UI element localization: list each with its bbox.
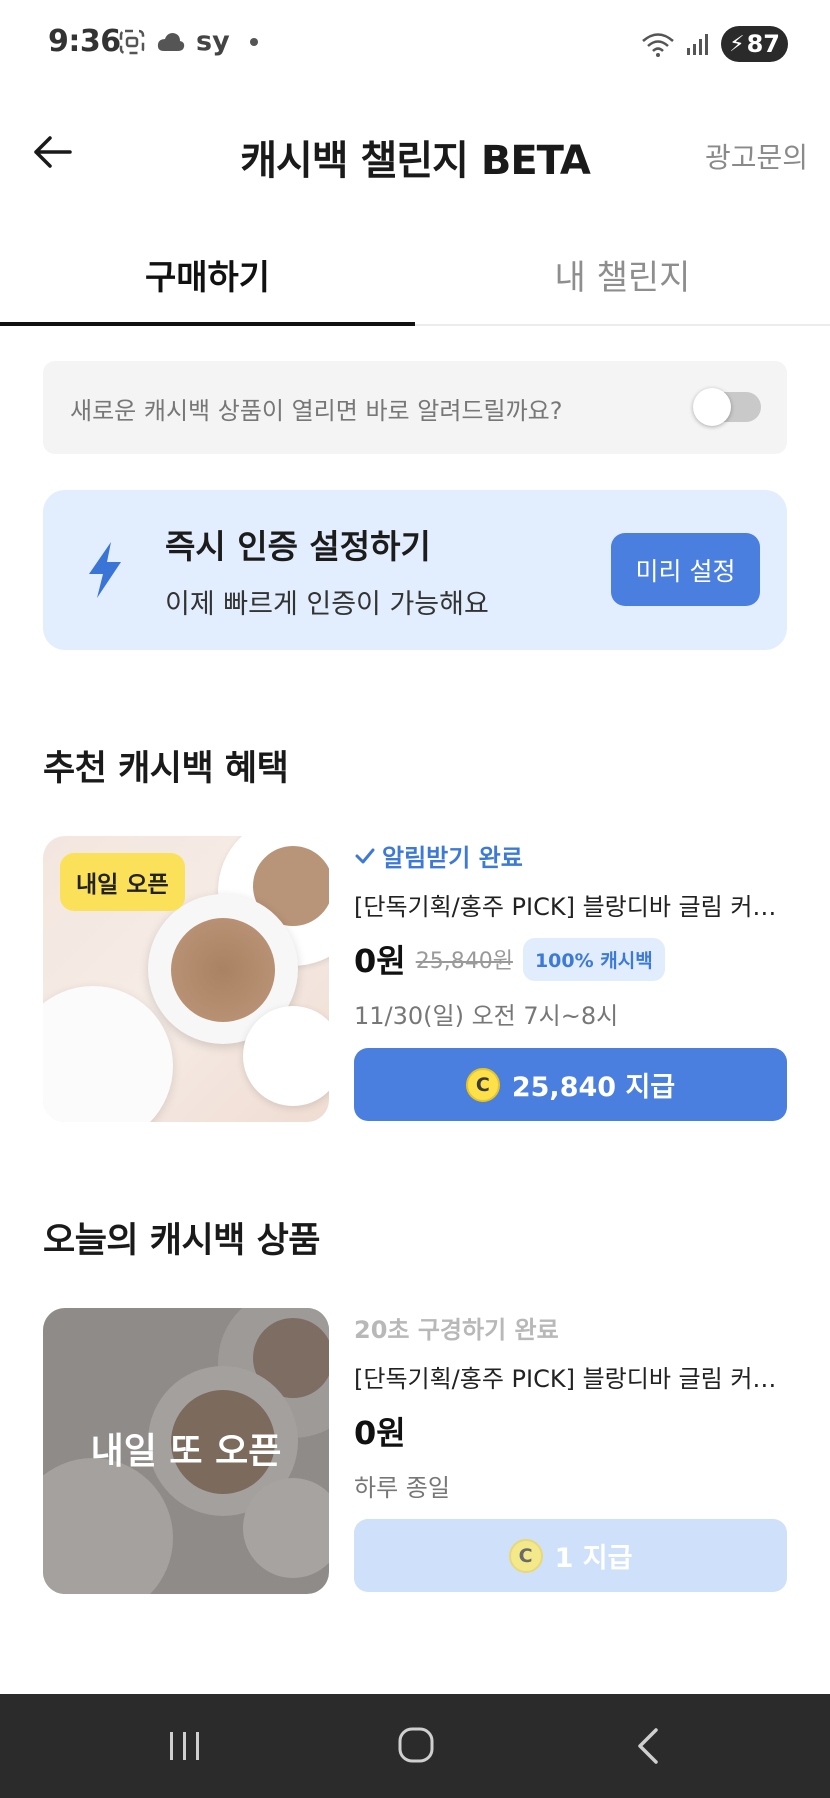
check-icon [355,848,375,863]
product-info-today: 20초 구경하기 완료 [단독기획/홍주 PICK] 블랑디바 글림 커… 0원… [354,1310,787,1503]
screenshot-icon [119,29,145,54]
recent-apps-icon[interactable] [155,1724,215,1768]
original-price: 25,840원 [415,949,513,974]
notify-toggle[interactable] [693,388,761,426]
cloud-icon [157,32,185,51]
price-row: 0원 [354,1408,787,1454]
auth-title: 즉시 인증 설정하기 [165,527,431,566]
lightning-icon [89,542,121,598]
coin-icon: C [508,1538,543,1573]
cashback-badge: 100% 캐시백 [522,937,665,981]
preset-button[interactable]: 미리 설정 [611,533,760,606]
notify-complete-text: 알림받기 완료 [382,844,523,872]
product-name[interactable]: [단독기획/홍주 PICK] 블랑디바 글림 커… [354,887,787,922]
cashback-pay-button-disabled[interactable]: C 1 지급 [354,1519,787,1592]
open-time: 11/30(일) 오전 7시~8시 [354,1002,619,1030]
status-bar: 9:36 sy ⚡ 87 [0,0,830,90]
notify-text: 새로운 캐시백 상품이 열리면 바로 알려드릴까요? [70,397,563,425]
tab-bar: 구매하기 내 챌린지 [0,230,830,326]
status-right-icons: ⚡ 87 [641,26,788,62]
product-image-recommended[interactable]: 내일 오픈 [43,836,329,1122]
wifi-icon [642,33,674,57]
compact-base [43,1458,173,1594]
app-header: 캐시백 챌린지 BETA 광고문의 [0,110,830,200]
dot-icon [249,37,258,46]
cashback-pay-button[interactable]: C 25,840 지급 [354,1048,787,1121]
status-left-icons: sy [118,26,258,57]
system-nav-bar [0,1694,830,1798]
puff [243,1006,329,1106]
tab-purchase[interactable]: 구매하기 [0,230,415,326]
toggle-knob [693,388,731,426]
battery-icon: ⚡ 87 [721,26,788,62]
browse-complete-status: 20초 구경하기 완료 [354,1316,559,1344]
notify-complete-status: 알림받기 완료 [354,838,787,873]
battery-level: 87 [746,30,780,58]
status-left-text: sy [196,26,230,57]
signal-icon [687,34,709,55]
open-time: 하루 종일 [354,1474,450,1502]
product-name[interactable]: [단독기획/홍주 PICK] 블랑디바 글림 커… [354,1359,787,1394]
notify-banner: 새로운 캐시백 상품이 열리면 바로 알려드릴까요? [43,361,787,454]
auth-subtitle: 이제 빠르게 인증이 가능해요 [165,589,489,620]
product-price: 0원 [354,1414,406,1452]
tab-my-challenge[interactable]: 내 챌린지 [415,230,830,324]
instant-auth-card: 즉시 인증 설정하기 이제 빠르게 인증이 가능해요 미리 설정 [43,490,787,650]
open-tomorrow-badge: 내일 오픈 [60,853,185,911]
coin-icon: C [465,1067,500,1102]
home-icon[interactable] [386,1724,446,1768]
price-row: 0원 25,840원 100% 캐시백 [354,936,787,982]
puff [243,1478,329,1578]
section-title-today: 오늘의 캐시백 상품 [43,1221,320,1261]
status-time: 9:36 [48,24,121,59]
cushion-puff-powder [171,918,275,1022]
pay-label: 1 지급 [554,1543,633,1574]
compact-base [43,986,173,1122]
product-price: 0원 [354,942,406,980]
product-image-today[interactable]: 내일 또 오픈 [43,1308,329,1594]
product-info-recommended: 알림받기 완료 [단독기획/홍주 PICK] 블랑디바 글림 커… 0원 25,… [354,838,787,1031]
charging-icon: ⚡ [729,31,745,57]
open-again-overlay: 내일 또 오픈 [90,1431,282,1472]
pay-label: 25,840 지급 [511,1072,676,1103]
section-title-recommended: 추천 캐시백 혜택 [43,749,289,789]
ad-inquiry-link[interactable]: 광고문의 [705,136,808,176]
back-nav-icon[interactable] [620,1724,680,1768]
